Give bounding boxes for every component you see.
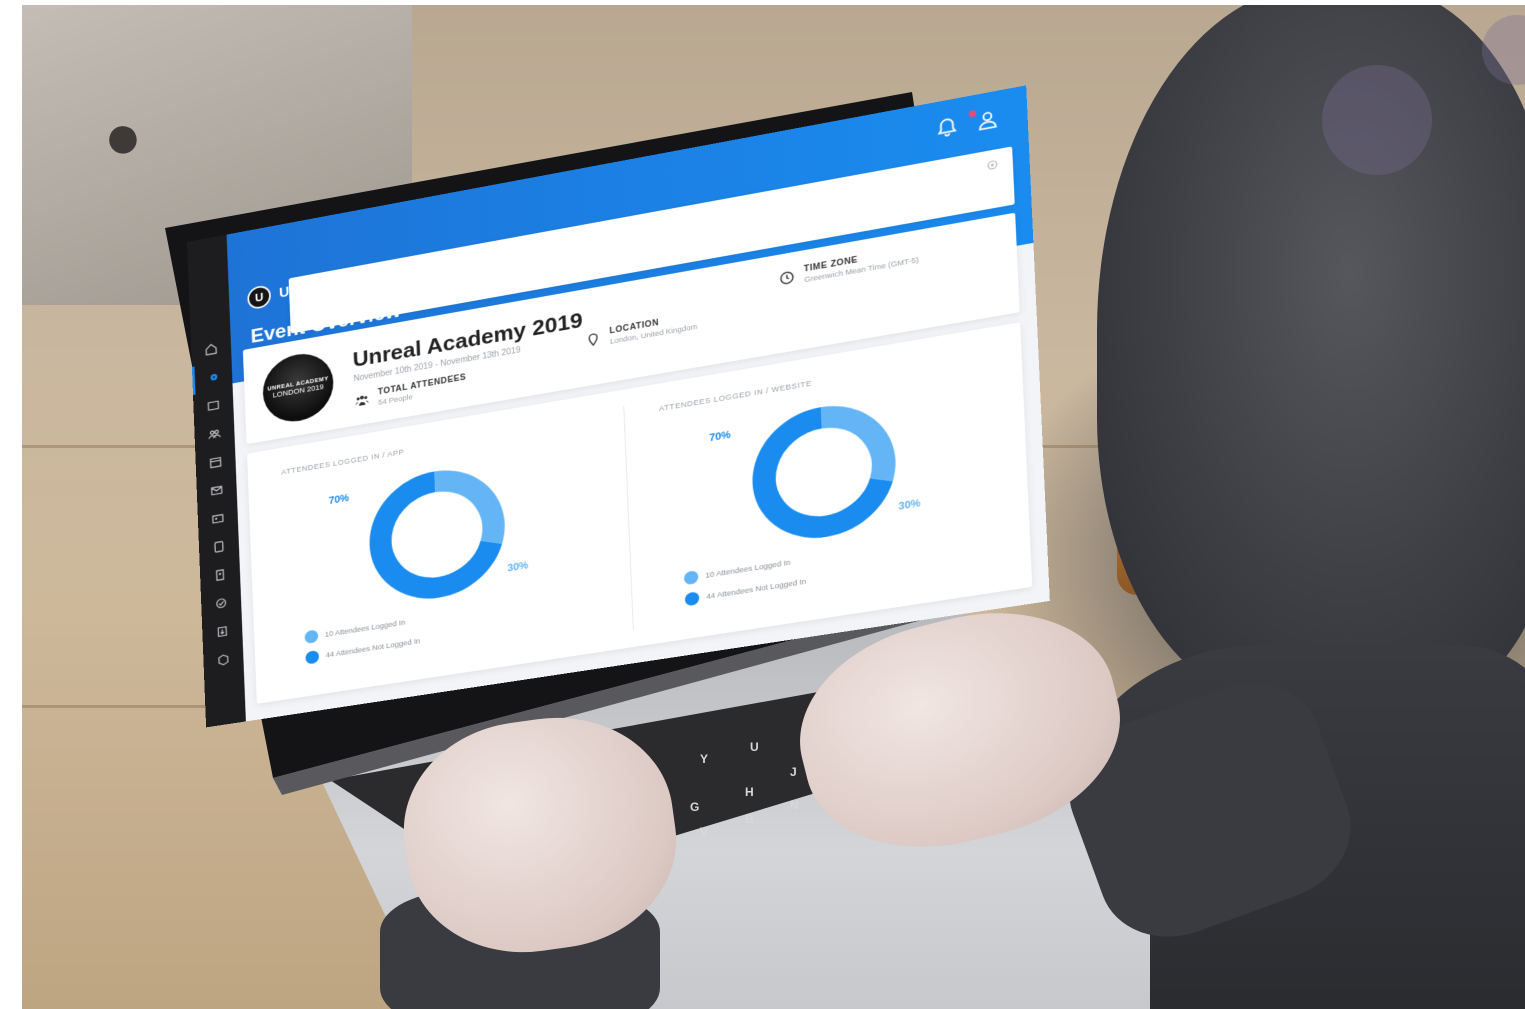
legend-label: 44 Attendees Not Logged In [706,577,807,601]
person-head [1097,5,1525,705]
people-icon [208,426,222,441]
location: LOCATION London, United Kingdom [585,312,698,350]
key-n: N [790,798,799,812]
clock-icon [779,269,796,287]
chart-legend: 10 Attendees Logged In 44 Attendees Not … [304,606,420,665]
gear-icon [210,373,217,381]
chart-legend: 10 Attendees Logged In 44 Attendees Not … [683,545,807,607]
settings-cog-icon[interactable] [985,157,1000,173]
tablet-icon [212,539,226,554]
image-icon [207,398,221,413]
event-logo: UNREAL ACADEMY LONDON 2019 [261,348,335,427]
legend-swatch [683,570,699,586]
donut-chart-website [744,389,904,553]
home-icon [205,343,217,355]
legend-swatch [684,591,700,607]
key-v: V [700,825,709,839]
people-icon [355,395,369,406]
key-u: U [750,740,759,754]
chart-website: ATTENDEES LOGGED IN / WEBSITE 70% 30% 10… [623,322,1033,647]
legend-swatch [304,629,319,645]
bell-icon[interactable] [935,115,960,141]
location-pin-icon [585,331,601,348]
apple-logo-icon: ● [103,100,143,172]
legend-label: 10 Attendees Logged In [705,558,791,580]
import-icon [215,624,229,639]
key-b: B [745,812,754,826]
key-g: G [690,800,700,814]
pct-label-logged-in: 70% [328,492,350,507]
calendar-icon [209,455,223,470]
pct-label-not-logged-in: 30% [898,497,921,513]
mail-icon [210,483,224,498]
badge-icon [213,568,227,583]
id-card-icon [211,511,225,526]
time-zone: TIME ZONE Greenwich Mean Time (GMT-5) [778,245,919,288]
key-y: Y [700,752,709,766]
check-circle-icon [214,596,228,611]
chart-title: ATTENDEES LOGGED IN / APP [281,447,405,477]
donut-chart-app [362,455,513,614]
key-j: J [790,765,797,779]
sidebar-item-3d[interactable] [203,643,244,677]
user-icon[interactable] [975,107,1000,133]
bokeh-light [1322,65,1432,175]
key-h: H [745,785,754,799]
legend-label: 44 Attendees Not Logged In [325,636,421,660]
unreal-logo-icon: U [247,284,272,311]
cube-icon [217,653,231,668]
topbar-actions [935,107,1001,140]
legend-swatch [305,649,320,665]
legend-label: 10 Attendees Logged In [324,618,406,639]
chart-app: ATTENDEES LOGGED IN / APP 70% 30% 10 Att… [247,390,634,704]
pct-label-not-logged-in: 30% [507,559,529,574]
pct-label-logged-in: 70% [709,428,731,444]
